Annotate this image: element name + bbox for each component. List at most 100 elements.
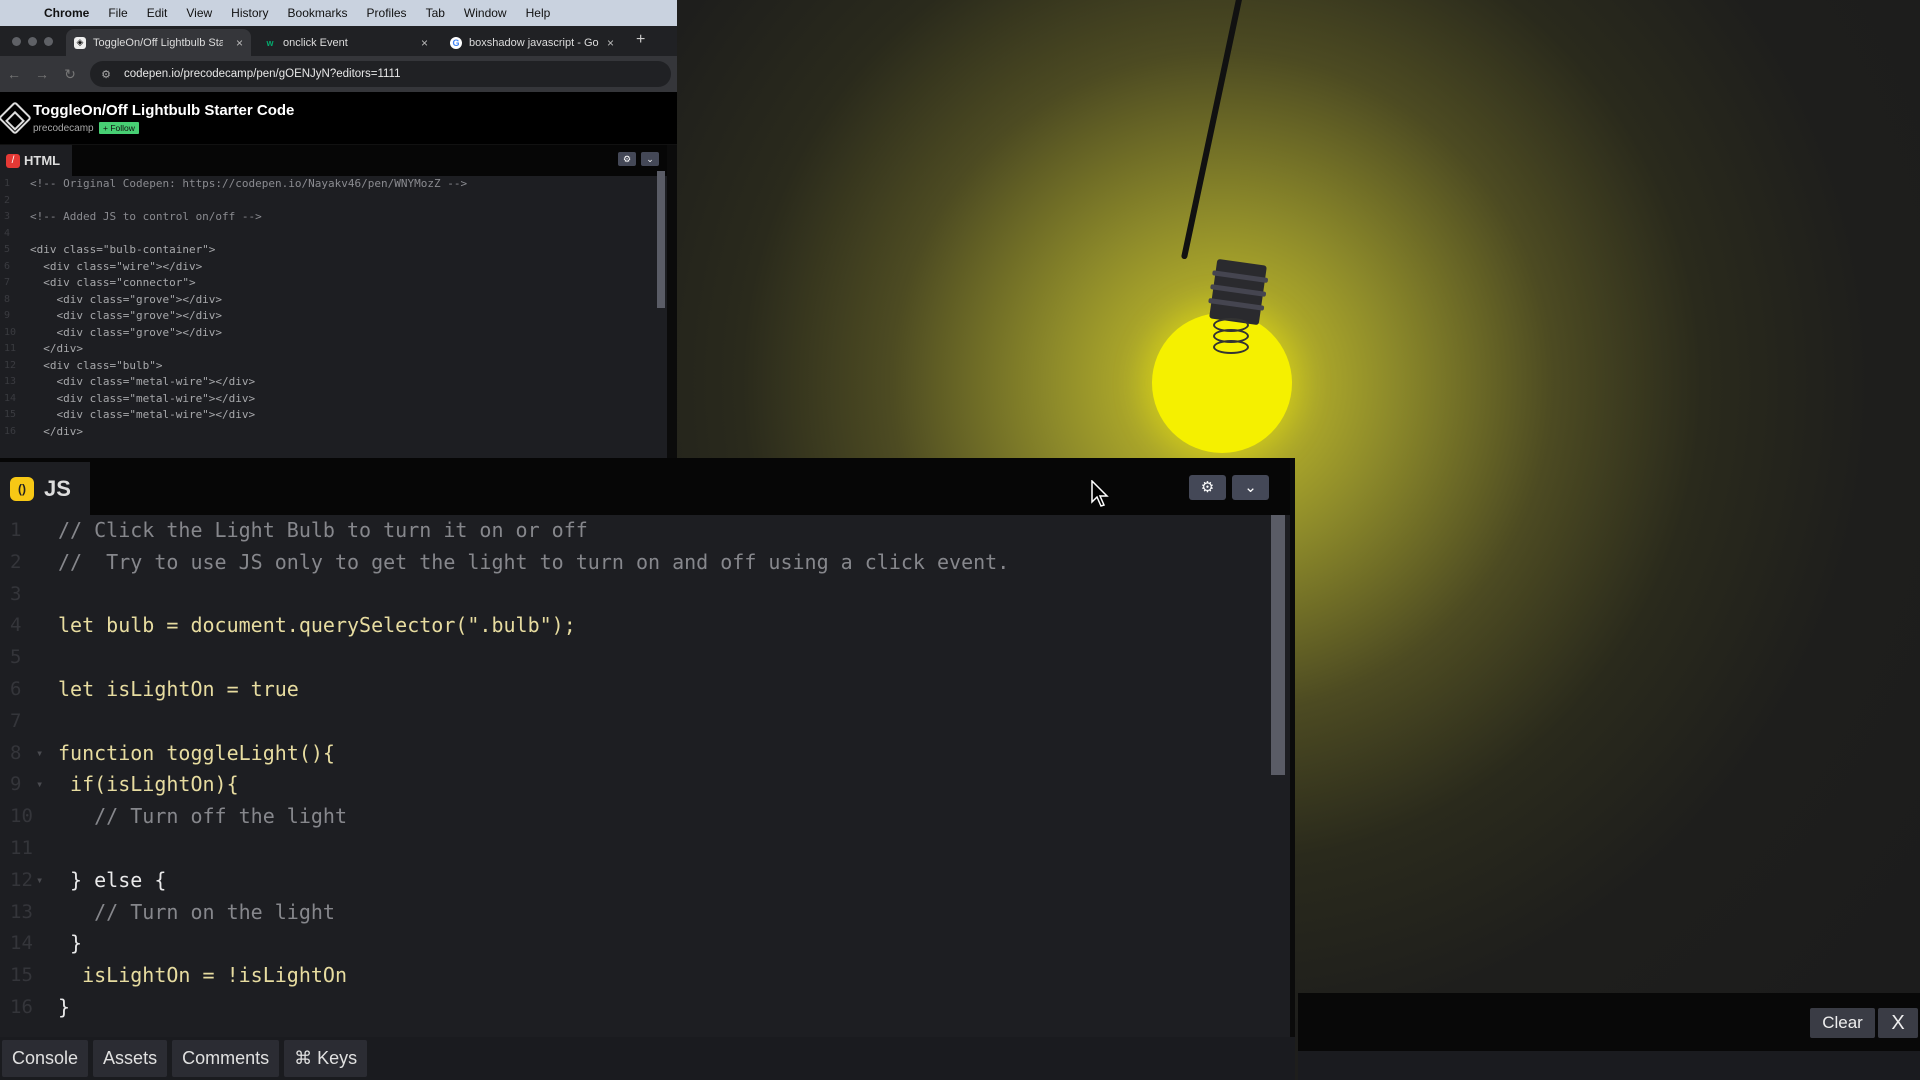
site-info-icon[interactable]: ⚙ bbox=[94, 68, 118, 81]
tab-title: boxshadow javascript - Goog bbox=[469, 36, 599, 49]
html-code-area[interactable]: 1 <!-- Original Codepen: https://codepen.… bbox=[0, 176, 677, 482]
code-line: 13 // Turn on the light bbox=[10, 899, 335, 924]
browser-window: ◈ ToggleOn/Off Lightbulb Start × w oncli… bbox=[0, 26, 677, 482]
fold-arrow-icon[interactable]: ▾ bbox=[36, 769, 43, 801]
fold-arrow-icon[interactable]: ▾ bbox=[36, 738, 43, 770]
window-close-button[interactable] bbox=[12, 36, 21, 46]
w3schools-icon: w bbox=[266, 37, 274, 48]
js-collapse-button[interactable]: ⌄ bbox=[1232, 475, 1269, 500]
js-editor-tab[interactable]: () JS bbox=[0, 462, 90, 515]
address-bar-row: ← → ↻ ⚙ codepen.io/precodecamp/pen/gOENJ… bbox=[0, 56, 677, 92]
menu-profiles[interactable]: Profiles bbox=[367, 6, 407, 20]
menu-app-name[interactable]: Chrome bbox=[44, 6, 89, 20]
code-line: 10 // Turn off the light bbox=[10, 804, 347, 829]
metal-wire bbox=[1213, 340, 1249, 354]
code-line: 13 <div class="metal-wire"></div> bbox=[4, 375, 256, 388]
console-clear-button[interactable]: Clear bbox=[1810, 1008, 1875, 1038]
close-tab-icon[interactable]: × bbox=[607, 36, 614, 50]
html-editor: / HTML ⚙ ⌄ 1 <!-- Original Codepen: https… bbox=[0, 145, 677, 482]
code-line: 1 <!-- Original Codepen: https://codepen.… bbox=[4, 177, 468, 190]
code-line: 14 <div class="metal-wire"></div> bbox=[4, 391, 256, 405]
console-output[interactable] bbox=[1298, 1051, 1920, 1080]
tab-title: ToggleOn/Off Lightbulb Start bbox=[93, 36, 223, 49]
code-line: 4 let bulb = document.querySelector(".bul… bbox=[10, 613, 576, 638]
browser-tab-google[interactable]: G boxshadow javascript - Goog × bbox=[442, 29, 622, 56]
code-line: 1// Click the Light Bulb to turn it on o… bbox=[10, 518, 588, 542]
menu-help[interactable]: Help bbox=[526, 6, 551, 20]
menu-view[interactable]: View bbox=[186, 6, 212, 20]
js-scrollbar[interactable] bbox=[1271, 515, 1285, 775]
follow-button[interactable]: + Follow bbox=[99, 122, 139, 134]
window-zoom-button[interactable] bbox=[44, 36, 53, 46]
js-badge-icon: () bbox=[10, 476, 34, 501]
mouse-pointer-icon bbox=[1091, 480, 1109, 507]
menu-history[interactable]: History bbox=[231, 6, 268, 20]
js-settings-button[interactable]: ⚙ bbox=[1189, 475, 1226, 500]
js-editor-label: JS bbox=[44, 475, 71, 501]
screen: Chrome File Edit View History Bookmarks … bbox=[0, 0, 1920, 1080]
code-line: 11 </div> bbox=[4, 342, 83, 355]
pen-author[interactable]: precodecamp bbox=[33, 123, 94, 134]
code-line: 8 <div class="grove"></div> bbox=[4, 292, 223, 306]
browser-tab-codepen[interactable]: ◈ ToggleOn/Off Lightbulb Start × bbox=[66, 29, 251, 56]
apple-icon[interactable] bbox=[12, 6, 24, 20]
code-line: 15 <div class="metal-wire"></div> bbox=[4, 408, 256, 421]
back-arrow-icon[interactable]: ← bbox=[0, 66, 28, 82]
new-tab-button[interactable]: + bbox=[636, 31, 645, 49]
fold-arrow-icon[interactable]: ▾ bbox=[36, 865, 43, 897]
html-settings-button[interactable]: ⚙ bbox=[618, 152, 636, 166]
code-line: 7 <div class="connector"> bbox=[4, 276, 196, 289]
js-editor: () JS ⚙ ⌄ 1// Click the Light Bulb to tu… bbox=[0, 458, 1295, 1037]
code-line: 3 <!-- Added JS to control on/off --> bbox=[4, 210, 262, 223]
pane-divider[interactable] bbox=[667, 145, 677, 482]
menu-tab[interactable]: Tab bbox=[426, 6, 445, 20]
codepen-logo-icon[interactable] bbox=[0, 101, 32, 135]
menu-bookmarks[interactable]: Bookmarks bbox=[288, 6, 348, 20]
assets-tab-button[interactable]: Assets bbox=[93, 1040, 168, 1077]
html-editor-tab[interactable]: / HTML bbox=[0, 145, 72, 176]
browser-tab-onclick[interactable]: w onclick Event × bbox=[256, 29, 436, 56]
code-line: 6 let isLightOn = true bbox=[10, 676, 299, 701]
url-text[interactable]: codepen.io/precodecamp/pen/gOENJyN?edito… bbox=[124, 68, 401, 80]
code-line: 15 isLightOn = !isLightOn bbox=[10, 963, 347, 988]
console-close-button[interactable]: X bbox=[1878, 1008, 1918, 1038]
comments-tab-button[interactable]: Comments bbox=[172, 1040, 280, 1077]
close-tab-icon[interactable]: × bbox=[421, 36, 428, 50]
connector-grove bbox=[1210, 284, 1267, 297]
pane-divider[interactable] bbox=[1290, 458, 1295, 1037]
window-minimize-button[interactable] bbox=[28, 36, 37, 46]
console-tab-button[interactable]: Console bbox=[2, 1040, 89, 1077]
js-code-area[interactable]: 1// Click the Light Bulb to turn it on o… bbox=[0, 515, 1295, 1037]
codepen-icon: ◈ bbox=[74, 36, 86, 49]
close-tab-icon[interactable]: × bbox=[236, 36, 243, 50]
codepen-header: ToggleOn/Off Lightbulb Starter Code prec… bbox=[0, 92, 677, 144]
google-icon: G bbox=[450, 36, 462, 49]
code-line: 5 <div class="bulb-container"> bbox=[4, 243, 216, 256]
code-line: 12 ▾ } else { bbox=[0, 865, 1295, 897]
html-scrollbar[interactable] bbox=[657, 171, 665, 308]
bulb-wire bbox=[1180, 0, 1244, 260]
mac-menu-bar: Chrome File Edit View History Bookmarks … bbox=[0, 0, 677, 26]
menu-file[interactable]: File bbox=[108, 6, 127, 20]
code-line: 7 bbox=[10, 709, 22, 732]
reload-icon[interactable]: ↻ bbox=[56, 66, 84, 83]
code-line: 12 <div class="bulb"> bbox=[4, 358, 163, 372]
address-bar[interactable]: ⚙ codepen.io/precodecamp/pen/gOENJyN?edi… bbox=[90, 61, 671, 87]
code-line: 16 </div> bbox=[4, 424, 83, 438]
code-line: 8 ▾ function toggleLight(){ bbox=[0, 738, 1295, 770]
code-line: 10 <div class="grove"></div> bbox=[4, 325, 223, 339]
menu-edit[interactable]: Edit bbox=[147, 6, 168, 20]
keys-tab-button[interactable]: ⌘ Keys bbox=[284, 1040, 368, 1077]
menu-window[interactable]: Window bbox=[464, 6, 507, 20]
pen-title[interactable]: ToggleOn/Off Lightbulb Starter Code bbox=[33, 102, 294, 119]
bottom-toolbar: Console Assets Comments ⌘ Keys bbox=[0, 1037, 1295, 1080]
code-line: 9 ▾ if(isLightOn){ bbox=[0, 769, 1295, 801]
code-line: 5 bbox=[10, 646, 22, 669]
html-collapse-button[interactable]: ⌄ bbox=[641, 152, 659, 166]
code-line: 16} bbox=[10, 994, 71, 1019]
code-line: 4 bbox=[4, 227, 11, 239]
code-line: 2// Try to use JS only to get the light … bbox=[10, 549, 1010, 574]
code-line: 3 bbox=[10, 582, 22, 605]
connector-grove bbox=[1208, 298, 1265, 311]
forward-arrow-icon[interactable]: → bbox=[28, 66, 56, 82]
